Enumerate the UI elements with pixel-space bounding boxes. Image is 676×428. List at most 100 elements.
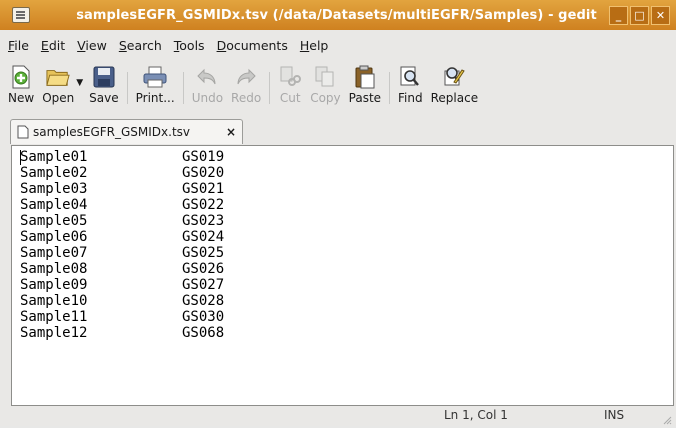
cut-button[interactable]: Cut xyxy=(274,60,306,114)
editor-line: Sample01 GS019 xyxy=(20,149,224,165)
resize-grip-icon[interactable] xyxy=(662,414,672,425)
paste-button-label: Paste xyxy=(348,91,382,105)
undo-icon xyxy=(195,65,219,89)
sample-id-cell: Sample01 xyxy=(20,149,88,165)
sample-id-cell: Sample12 xyxy=(20,325,88,341)
menu-file-label: ile xyxy=(14,37,29,53)
sample-id-cell: Sample04 xyxy=(20,197,88,213)
gs-id-cell: GS028 xyxy=(182,293,225,309)
window-controls: _ □ ✕ xyxy=(609,5,670,25)
editor-lines: Sample01 GS019 Sample02 GS020 Sample03 GS021 S… xyxy=(20,149,224,341)
editor-line: Sample02 GS020 xyxy=(20,165,224,181)
gs-id-cell: GS020 xyxy=(182,165,225,181)
close-button[interactable]: ✕ xyxy=(651,5,670,25)
minimize-button[interactable]: _ xyxy=(609,5,628,25)
redo-button[interactable]: Redo xyxy=(227,60,265,114)
editor-line: Sample10 GS028 xyxy=(20,293,224,309)
gs-id-cell: GS068 xyxy=(182,325,225,341)
menu-file[interactable]: File xyxy=(8,38,29,53)
text-editor[interactable]: Sample01 GS019 Sample02 GS020 Sample03 GS021 S… xyxy=(11,145,674,406)
toolbar-separator xyxy=(182,72,184,104)
editor-line: Sample11 GS030 xyxy=(20,309,224,325)
gs-id-cell: GS027 xyxy=(182,277,225,293)
sample-id-cell: Sample06 xyxy=(20,229,88,245)
title-bar[interactable]: samplesEGFR_GSMIDx.tsv (/data/Datasets/m… xyxy=(0,0,676,30)
tab-label: samplesEGFR_GSMIDx.tsv xyxy=(33,125,191,139)
menu-view-label: iew xyxy=(85,37,107,53)
open-recent-dropdown[interactable]: ▼ xyxy=(76,78,83,88)
folder-open-icon xyxy=(46,65,70,89)
paste-button[interactable]: Paste xyxy=(345,60,385,114)
editor-line: Sample08 GS026 xyxy=(20,261,224,277)
menu-search[interactable]: Search xyxy=(119,38,162,53)
menu-help-label: elp xyxy=(309,37,329,53)
sample-id-cell: Sample11 xyxy=(20,309,88,325)
find-magnifier-icon xyxy=(398,65,422,89)
tab-samplesegfr[interactable]: samplesEGFR_GSMIDx.tsv × xyxy=(10,119,243,144)
menu-help[interactable]: Help xyxy=(300,38,329,53)
open-button[interactable]: Open xyxy=(38,60,78,114)
sample-id-cell: Sample02 xyxy=(20,165,88,181)
sample-id-cell: Sample10 xyxy=(20,293,88,309)
menu-bar: File Edit View Search Tools Documents He… xyxy=(0,34,340,56)
editor-line: Sample06 GS024 xyxy=(20,229,224,245)
gs-id-cell: GS022 xyxy=(182,197,225,213)
save-button[interactable]: Save xyxy=(85,60,122,114)
replace-button[interactable]: Replace xyxy=(427,60,482,114)
editor-line: Sample05 GS023 xyxy=(20,213,224,229)
gedit-app-icon[interactable] xyxy=(12,7,30,23)
gs-id-cell: GS026 xyxy=(182,261,225,277)
menu-documents[interactable]: Documents xyxy=(217,38,288,53)
editor-line: Sample07 GS025 xyxy=(20,245,224,261)
sample-id-cell: Sample05 xyxy=(20,213,88,229)
save-button-label: Save xyxy=(89,91,119,105)
clipboard-paste-icon xyxy=(353,65,377,89)
find-button[interactable]: Find xyxy=(394,60,427,114)
copy-button-label: Copy xyxy=(310,91,341,105)
new-button[interactable]: New xyxy=(4,60,38,114)
open-button-label: Open xyxy=(42,91,75,105)
window-title: samplesEGFR_GSMIDx.tsv (/data/Datasets/m… xyxy=(76,7,597,23)
undo-button-label: Undo xyxy=(191,91,224,105)
find-replace-icon xyxy=(442,65,466,89)
close-tab-icon[interactable]: × xyxy=(226,125,236,139)
cursor-position: Ln 1, Col 1 xyxy=(444,408,508,422)
toolbar-separator xyxy=(126,72,128,104)
maximize-button[interactable]: □ xyxy=(630,5,649,25)
toolbar-separator xyxy=(269,72,271,104)
new-button-label: New xyxy=(8,91,35,105)
sample-id-cell: Sample07 xyxy=(20,245,88,261)
undo-button[interactable]: Undo xyxy=(188,60,227,114)
copy-icon xyxy=(313,65,337,89)
toolbar-separator xyxy=(389,72,391,104)
printer-icon xyxy=(143,65,167,89)
redo-icon xyxy=(234,65,258,89)
insert-mode: INS xyxy=(604,408,625,422)
menu-edit-label: dit xyxy=(48,37,66,53)
menu-tools-label: ools xyxy=(179,37,205,53)
sample-id-cell: Sample08 xyxy=(20,261,88,277)
sample-id-cell: Sample09 xyxy=(20,277,88,293)
editor-line: Sample04 GS022 xyxy=(20,197,224,213)
menu-view[interactable]: View xyxy=(77,38,107,53)
print-button-label: Print... xyxy=(135,91,175,105)
cut-button-label: Cut xyxy=(279,91,301,105)
copy-button[interactable]: Copy xyxy=(306,60,344,114)
gs-id-cell: GS021 xyxy=(182,181,225,197)
menu-help-mnemonic: H xyxy=(299,37,310,53)
toolbar: New Open ▼ Save Print... Undo Redo Cut C… xyxy=(4,60,482,114)
menu-tools[interactable]: Tools xyxy=(174,38,205,53)
gs-id-cell: GS023 xyxy=(182,213,225,229)
print-button[interactable]: Print... xyxy=(132,60,179,114)
replace-button-label: Replace xyxy=(430,91,479,105)
gs-id-cell: GS025 xyxy=(182,245,225,261)
find-button-label: Find xyxy=(398,91,423,105)
new-document-icon xyxy=(9,65,33,89)
menu-documents-mnemonic: D xyxy=(216,37,227,53)
sample-id-cell: Sample03 xyxy=(20,181,88,197)
status-bar: Ln 1, Col 1 INS xyxy=(0,406,676,426)
document-icon xyxy=(17,125,29,139)
menu-search-mnemonic: S xyxy=(118,37,127,53)
menu-documents-label: ocuments xyxy=(226,37,288,53)
menu-edit[interactable]: Edit xyxy=(41,38,65,53)
